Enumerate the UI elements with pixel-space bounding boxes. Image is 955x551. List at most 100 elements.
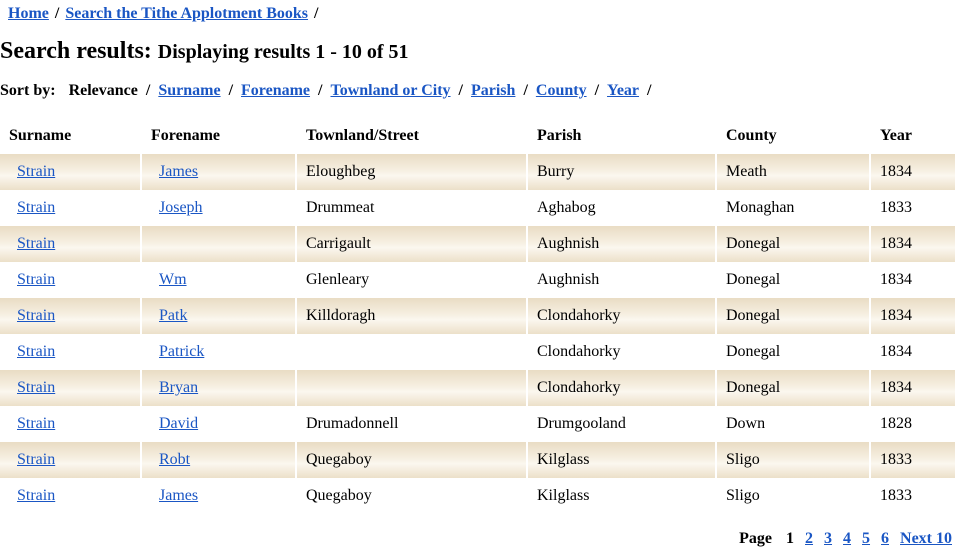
table-row: Strain Patk Killdoragh Clondahorky Doneg… bbox=[0, 298, 955, 334]
year-cell: 1833 bbox=[871, 442, 955, 478]
sort-separator: / bbox=[458, 82, 463, 99]
parish-cell: Clondahorky bbox=[528, 298, 717, 334]
sort-separator: / bbox=[228, 82, 234, 99]
sort-townland-link[interactable]: Townland or City bbox=[330, 82, 450, 99]
surname-cell: Strain bbox=[0, 298, 142, 334]
breadcrumb-section-link[interactable]: Search the Tithe Applotment Books bbox=[65, 5, 308, 22]
townland-cell: Quegaboy bbox=[297, 442, 528, 478]
table-row: Strain Carrigault Aughnish Donegal 1834 bbox=[0, 226, 955, 262]
pagination: Page 1 2 3 4 5 6 Next 10 bbox=[728, 530, 952, 548]
sort-separator: / bbox=[647, 82, 652, 99]
forename-link[interactable]: James bbox=[159, 163, 198, 180]
pagination-page-4[interactable]: 4 bbox=[843, 530, 851, 547]
surname-cell: Strain bbox=[0, 370, 142, 406]
surname-link[interactable]: Strain bbox=[17, 451, 55, 468]
breadcrumb-separator: / bbox=[54, 5, 60, 22]
forename-cell: David bbox=[142, 406, 297, 442]
column-header-townland: Townland/Street bbox=[306, 127, 419, 144]
sort-year-link[interactable]: Year bbox=[607, 82, 639, 99]
forename-link[interactable]: Bryan bbox=[159, 379, 198, 396]
surname-link[interactable]: Strain bbox=[17, 163, 55, 180]
county-cell: Donegal bbox=[717, 370, 871, 406]
forename-link[interactable]: Joseph bbox=[159, 199, 203, 216]
sort-separator: / bbox=[594, 82, 600, 99]
townland-cell: Quegaboy bbox=[297, 478, 528, 514]
column-header-forename: Forename bbox=[151, 127, 221, 144]
results-table: Surname Forename Townland/Street Parish … bbox=[0, 118, 955, 514]
column-header-surname: Surname bbox=[9, 127, 72, 144]
townland-cell: Glenleary bbox=[297, 262, 528, 298]
results-count: Displaying results 1 - 10 of 51 bbox=[157, 41, 409, 63]
parish-cell: Drumgooland bbox=[528, 406, 717, 442]
column-header-county: County bbox=[726, 127, 777, 144]
surname-cell: Strain bbox=[0, 262, 142, 298]
forename-link[interactable]: Robt bbox=[159, 451, 190, 468]
forename-cell bbox=[142, 226, 297, 262]
year-cell: 1833 bbox=[871, 478, 955, 514]
table-row: Strain Patrick Clondahorky Donegal 1834 bbox=[0, 334, 955, 370]
surname-link[interactable]: Strain bbox=[17, 343, 55, 360]
year-cell: 1833 bbox=[871, 190, 955, 226]
county-cell: Donegal bbox=[717, 334, 871, 370]
sort-county-link[interactable]: County bbox=[536, 82, 587, 99]
parish-cell: Kilglass bbox=[528, 478, 717, 514]
surname-link[interactable]: Strain bbox=[17, 199, 55, 216]
townland-cell: Drumadonnell bbox=[297, 406, 528, 442]
sort-forename-link[interactable]: Forename bbox=[241, 82, 310, 99]
sort-parish-link[interactable]: Parish bbox=[471, 82, 515, 99]
parish-cell: Clondahorky bbox=[528, 370, 717, 406]
townland-cell: Eloughbeg bbox=[297, 154, 528, 190]
forename-cell: Wm bbox=[142, 262, 297, 298]
county-cell: Down bbox=[717, 406, 871, 442]
forename-link[interactable]: Wm bbox=[159, 271, 187, 288]
column-header-year: Year bbox=[880, 127, 912, 144]
table-row: Strain David Drumadonnell Drumgooland Do… bbox=[0, 406, 955, 442]
forename-link[interactable]: David bbox=[159, 415, 198, 432]
pagination-label: Page bbox=[739, 530, 773, 547]
results-heading: Search results: bbox=[0, 38, 152, 64]
parish-cell: Aghabog bbox=[528, 190, 717, 226]
forename-cell: James bbox=[142, 154, 297, 190]
forename-cell: Bryan bbox=[142, 370, 297, 406]
forename-cell: Joseph bbox=[142, 190, 297, 226]
surname-link[interactable]: Strain bbox=[17, 235, 55, 252]
forename-link[interactable]: James bbox=[159, 487, 198, 504]
parish-cell: Burry bbox=[528, 154, 717, 190]
sort-current: Relevance bbox=[68, 82, 138, 99]
year-cell: 1834 bbox=[871, 262, 955, 298]
pagination-next-link[interactable]: Next 10 bbox=[900, 530, 952, 547]
sort-bar: Sort by: Relevance / Surname / Forename / Townl… bbox=[0, 82, 659, 100]
surname-link[interactable]: Strain bbox=[17, 307, 55, 324]
pagination-page-5[interactable]: 5 bbox=[862, 530, 870, 547]
county-cell: Donegal bbox=[717, 298, 871, 334]
forename-cell: James bbox=[142, 478, 297, 514]
surname-link[interactable]: Strain bbox=[17, 271, 55, 288]
table-row: Strain Robt Quegaboy Kilglass Sligo 1833 bbox=[0, 442, 955, 478]
pagination-page-3[interactable]: 3 bbox=[824, 530, 832, 547]
surname-cell: Strain bbox=[0, 334, 142, 370]
surname-link[interactable]: Strain bbox=[17, 487, 55, 504]
breadcrumb-separator: / bbox=[314, 5, 319, 22]
table-row: Strain James Eloughbeg Burry Meath 1834 bbox=[0, 154, 955, 190]
sort-surname-link[interactable]: Surname bbox=[158, 82, 220, 99]
parish-cell: Kilglass bbox=[528, 442, 717, 478]
county-cell: Donegal bbox=[717, 262, 871, 298]
breadcrumb-home-link[interactable]: Home bbox=[8, 5, 49, 22]
townland-cell: Drummeat bbox=[297, 190, 528, 226]
forename-link[interactable]: Patrick bbox=[159, 343, 204, 360]
forename-cell: Patk bbox=[142, 298, 297, 334]
year-cell: 1834 bbox=[871, 154, 955, 190]
sort-separator: / bbox=[145, 82, 151, 99]
pagination-page-6[interactable]: 6 bbox=[881, 530, 889, 547]
surname-cell: Strain bbox=[0, 442, 142, 478]
pagination-page-2[interactable]: 2 bbox=[805, 530, 813, 547]
townland-cell: Killdoragh bbox=[297, 298, 528, 334]
surname-link[interactable]: Strain bbox=[17, 415, 55, 432]
forename-link[interactable]: Patk bbox=[159, 307, 187, 324]
breadcrumb: Home / Search the Tithe Applotment Books / bbox=[8, 5, 324, 23]
forename-cell: Robt bbox=[142, 442, 297, 478]
surname-link[interactable]: Strain bbox=[17, 379, 55, 396]
townland-cell: Carrigault bbox=[297, 226, 528, 262]
page-title: Search results: Displaying results 1 - 1… bbox=[0, 38, 409, 65]
parish-cell: Aughnish bbox=[528, 226, 717, 262]
